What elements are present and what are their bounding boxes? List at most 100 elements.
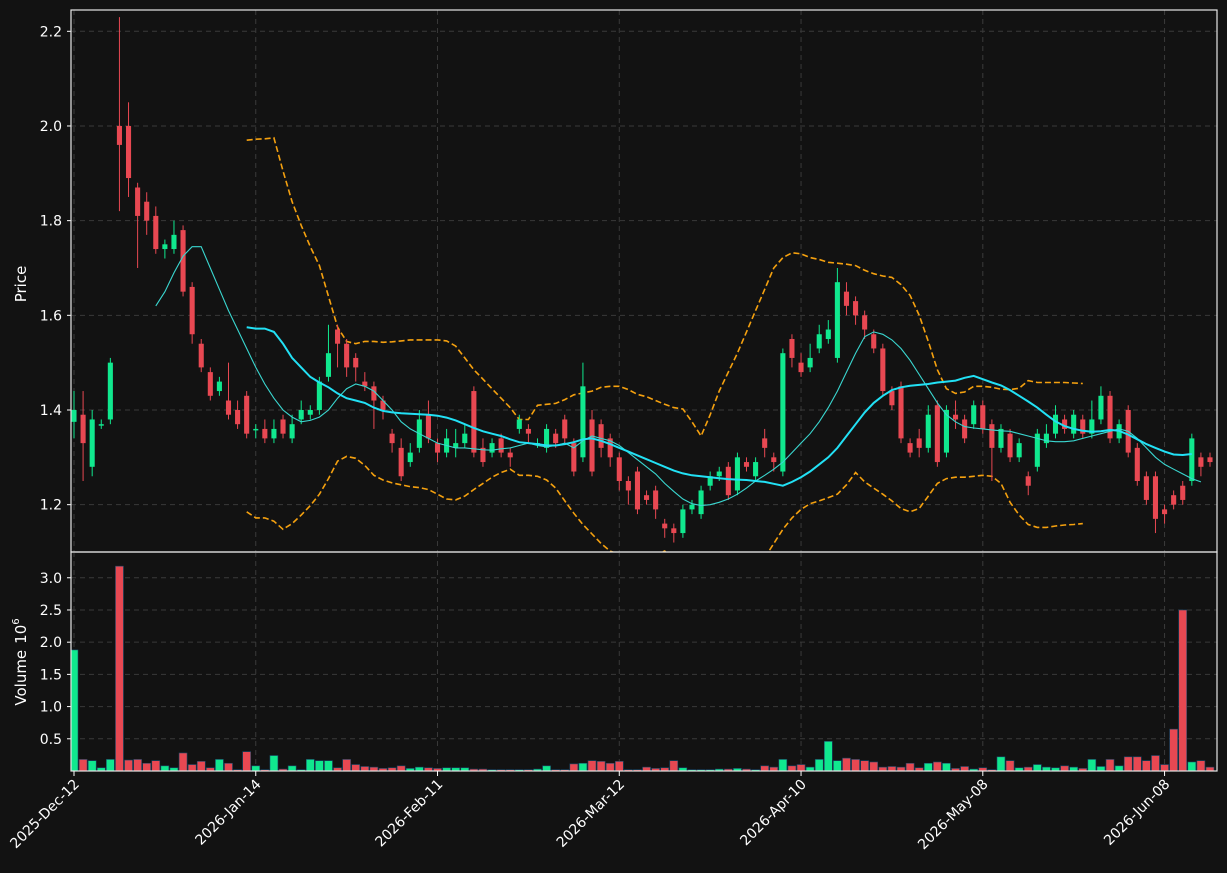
volume-bar — [605, 762, 615, 771]
volume-bar — [269, 755, 279, 771]
volume-ytick-label-3: 2.0 — [40, 635, 62, 651]
candle-body — [589, 419, 595, 472]
candle-body — [798, 362, 804, 373]
candle-body — [1071, 414, 1077, 434]
candle-body — [980, 405, 986, 429]
candle-body — [434, 443, 441, 453]
volume-bar — [396, 765, 406, 771]
candle-body — [325, 353, 332, 377]
candle-body — [780, 353, 786, 472]
volume-bar — [124, 759, 133, 771]
candle — [89, 409, 95, 477]
candle-body — [816, 334, 822, 349]
price-ytick-label-1: 1.4 — [40, 403, 62, 419]
candle-body — [71, 409, 77, 422]
volume-bar — [242, 751, 251, 771]
candle-body — [289, 424, 295, 439]
candle-body — [507, 452, 513, 458]
candle-body — [125, 125, 132, 179]
volume-bar — [1114, 765, 1124, 771]
volume-bar — [842, 757, 851, 771]
volume-ytick-label-4: 2.5 — [40, 603, 62, 619]
candle-body — [516, 419, 522, 429]
candle-body — [353, 357, 359, 368]
candle-body — [398, 447, 404, 477]
volume-bar — [614, 761, 624, 771]
volume-ytick-label-5: 3.0 — [40, 571, 62, 587]
candle-body — [998, 428, 1004, 448]
volume-bar — [1160, 764, 1169, 771]
candle-body — [253, 428, 259, 431]
volume-bar — [669, 760, 679, 771]
candle-body — [662, 523, 668, 529]
candle-body — [189, 286, 195, 335]
volume-axis-label-text: Volume — [12, 650, 30, 706]
candle-body — [725, 466, 731, 496]
volume-bar — [115, 565, 124, 771]
volume-bar — [833, 760, 842, 771]
volume-axis-label: Volume 106 — [11, 618, 30, 705]
volume-bar — [196, 761, 206, 771]
candle-body — [689, 504, 695, 510]
volume-bar — [860, 760, 869, 771]
candle-body — [171, 234, 177, 250]
candlestick-chart: 1.21.41.61.82.02.2 0.51.01.52.02.53.0 20… — [0, 0, 1227, 873]
candle-body — [135, 187, 141, 216]
candle-body — [807, 357, 813, 368]
volume-bar — [542, 765, 551, 771]
volume-ytick-label-1: 1.0 — [40, 700, 62, 716]
candle-body — [116, 125, 122, 145]
volume-bar — [324, 760, 333, 771]
candle — [571, 438, 577, 477]
candle — [589, 409, 595, 477]
candle-body — [1016, 443, 1022, 458]
candle-body — [598, 424, 604, 448]
candle-body — [198, 343, 204, 368]
volume-bar — [1096, 766, 1106, 771]
candle-body — [907, 443, 913, 453]
candle-body — [643, 495, 650, 500]
candle-body — [1098, 395, 1104, 420]
candle — [1107, 391, 1113, 444]
candle-body — [307, 409, 313, 415]
candle — [207, 367, 213, 401]
candle-body — [862, 315, 868, 330]
candle-body — [871, 334, 877, 349]
candle-body — [1025, 476, 1031, 486]
volume-bar — [942, 762, 951, 771]
volume-bar — [224, 762, 233, 771]
candle-body — [225, 400, 232, 415]
candle-body — [1207, 457, 1213, 463]
candle-body — [753, 462, 759, 477]
volume-bar — [305, 759, 315, 771]
candle — [834, 267, 840, 363]
candle-body — [1189, 438, 1195, 481]
volume-bar — [351, 764, 361, 771]
volume-bar — [814, 759, 824, 771]
volume-ytick-label-2: 1.5 — [40, 667, 62, 683]
candle-body — [280, 419, 286, 434]
volume-bar — [87, 760, 97, 771]
candle-body — [789, 338, 795, 358]
volume-bar — [151, 760, 161, 771]
volume-bar — [1178, 609, 1188, 771]
candle-body — [898, 386, 904, 439]
candle-body — [80, 414, 86, 444]
candle-body — [698, 490, 704, 515]
candle-body — [1152, 476, 1159, 519]
candle-body — [298, 409, 304, 420]
volume-bar — [960, 766, 969, 771]
candle-body — [671, 528, 677, 534]
volume-bar — [996, 756, 1006, 771]
volume-bar — [569, 763, 579, 771]
volume-bar — [215, 759, 224, 771]
candle-body — [971, 405, 977, 425]
candle-body — [244, 395, 250, 434]
candle — [1034, 428, 1040, 472]
candle-body — [1052, 414, 1059, 434]
candle-body — [843, 291, 850, 306]
volume-bar — [78, 759, 88, 771]
candle-body — [98, 424, 104, 426]
candle-body — [344, 343, 350, 368]
volume-bar — [160, 765, 170, 771]
